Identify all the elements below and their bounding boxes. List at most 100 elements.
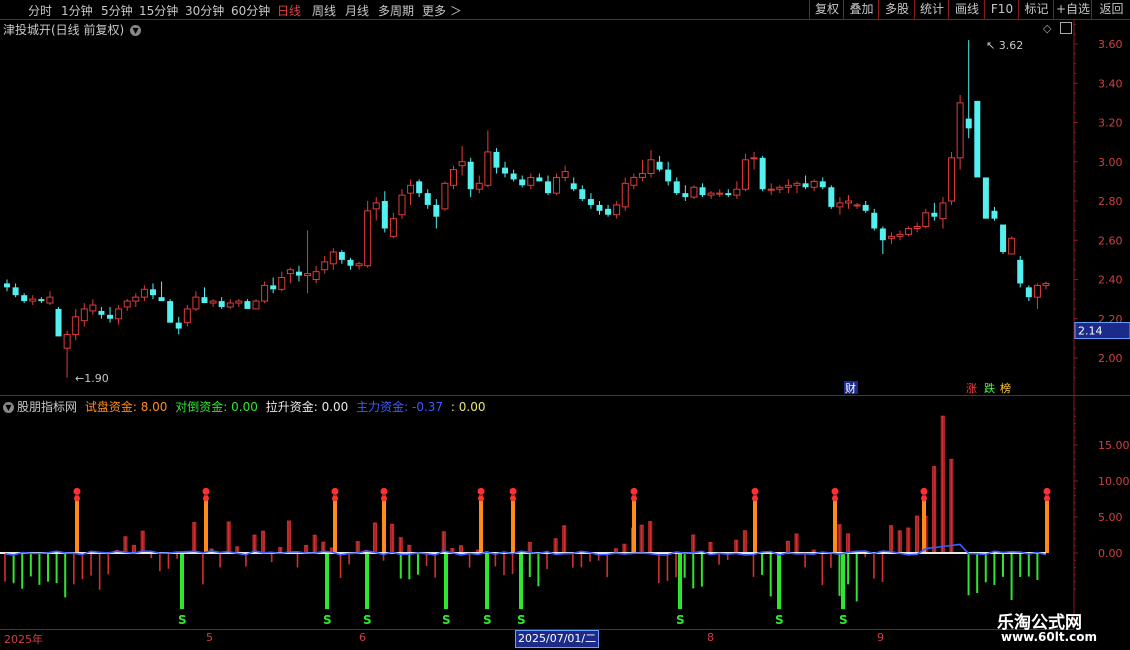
candle-body-up	[707, 192, 715, 196]
candle-body-up	[364, 210, 372, 267]
candle-body-down	[244, 301, 251, 309]
signal-s-label: S	[442, 613, 451, 627]
trial-flag-top	[380, 487, 388, 495]
candle-body-up	[913, 226, 921, 229]
period-tab-fenshi[interactable]: 分时	[28, 2, 52, 19]
candle-body-down	[201, 297, 208, 304]
candle-body-up	[621, 182, 629, 208]
period-tab-monthly[interactable]: 月线	[345, 2, 369, 19]
candle-body-up	[80, 308, 88, 322]
date-cursor: 2025/07/01/二	[515, 630, 600, 648]
low-price-label: ←1.90	[75, 372, 109, 385]
candle-body-up	[252, 300, 260, 310]
period-tab-multi[interactable]: 多周期	[378, 2, 414, 19]
candlestick-chart[interactable]: 3.603.403.203.002.802.602.402.202.002.14…	[0, 20, 1130, 396]
candle-body-down	[699, 187, 706, 196]
wash-signal-bar	[444, 553, 448, 609]
candle-body-down	[991, 210, 998, 219]
date-label-5: 5	[206, 631, 213, 644]
candle-body-down	[982, 177, 989, 219]
price-tick-label: 2.60	[1098, 234, 1123, 247]
candle-body-down	[682, 193, 689, 198]
statistics-button[interactable]: 统计	[914, 0, 949, 19]
candle-body-down	[519, 179, 526, 186]
trial-flag-top	[630, 487, 638, 495]
candle-body-down	[862, 204, 869, 211]
indicator-tick-label: 10.00	[1098, 475, 1130, 488]
candle-body-up	[553, 176, 561, 194]
candle-body-up	[1008, 237, 1016, 255]
candle-body-down	[1025, 287, 1032, 298]
trial-flag-bottom	[510, 495, 516, 502]
candle-body-down	[21, 295, 28, 302]
wash-signal-bar	[485, 553, 489, 609]
candle-body-up	[484, 151, 492, 186]
trial-flag-bottom	[921, 495, 927, 502]
candle-body-up	[845, 200, 853, 204]
candle-body-down	[424, 193, 431, 205]
period-tab-60min[interactable]: 60分钟	[231, 2, 270, 19]
candle-body-down	[338, 252, 345, 260]
candle-body-up	[896, 233, 904, 237]
candle-body-up	[278, 277, 286, 290]
fuquan-button[interactable]: 复权	[809, 0, 844, 19]
trial-flag-bottom	[478, 495, 484, 502]
trial-column	[632, 495, 636, 553]
overlay-button[interactable]: 叠加	[843, 0, 879, 19]
candle-body-up	[784, 184, 792, 188]
marker-zhang: 涨	[966, 382, 977, 395]
price-tick-label: 3.40	[1098, 77, 1123, 90]
trial-flag-top	[920, 487, 928, 495]
candle-body-down	[295, 271, 302, 276]
candle-body-up	[226, 302, 234, 308]
candle-body-up	[810, 180, 818, 188]
candle-body-up	[956, 102, 964, 159]
indicator-tick-label: 5.00	[1098, 511, 1123, 524]
date-label-2025: 2025年	[4, 633, 43, 646]
multi-stock-button[interactable]: 多股	[878, 0, 915, 19]
period-tab-1min[interactable]: 1分钟	[61, 2, 93, 19]
candle-body-up	[638, 173, 646, 178]
candle-body-up	[209, 300, 217, 304]
indicator-chart[interactable]: 15.00 10.00 5.00 0.00 S S S S S S S S S	[0, 396, 1130, 629]
candle-body-down	[544, 181, 551, 194]
date-label-8: 8	[707, 631, 714, 644]
add-watchlist-button[interactable]: +自选	[1053, 0, 1092, 19]
period-tab-5min[interactable]: 5分钟	[101, 2, 133, 19]
draw-line-button[interactable]: 画线	[948, 0, 985, 19]
candle-body-up	[72, 316, 80, 335]
period-tab-weekly[interactable]: 周线	[312, 2, 336, 19]
candle-body-down	[416, 181, 423, 194]
candle-body-up	[793, 182, 801, 186]
back-button[interactable]: 返回	[1091, 0, 1130, 19]
candle-body-up	[389, 218, 397, 237]
trial-flag-bottom	[203, 495, 209, 502]
period-tab-30min[interactable]: 30分钟	[185, 2, 224, 19]
candle-body-up	[46, 296, 54, 304]
period-tab-more[interactable]: 更多 ＞	[422, 2, 462, 19]
candle-body-up	[776, 186, 784, 190]
candle-body-up	[123, 300, 131, 308]
candle-body-down	[1017, 259, 1024, 284]
marker-die: 跌	[984, 381, 995, 395]
candle-body-up	[132, 296, 140, 302]
candle-body-down	[802, 183, 809, 188]
signal-s-label: S	[517, 613, 526, 627]
date-label-9: 9	[877, 631, 884, 644]
indicator-tick-label: 0.00	[1098, 547, 1123, 560]
mark-button[interactable]: 标记	[1018, 0, 1054, 19]
candle-body-up	[329, 251, 337, 265]
period-tab-15min[interactable]: 15分钟	[139, 2, 178, 19]
signal-s-label: S	[839, 613, 848, 627]
period-tab-daily[interactable]: 日线	[277, 2, 301, 19]
trial-flag-top	[477, 487, 485, 495]
candle-body-up	[527, 176, 535, 186]
candle-body-down	[879, 228, 886, 241]
f10-button[interactable]: F10	[984, 0, 1019, 19]
candle-body-down	[665, 169, 672, 182]
candle-body-down	[570, 183, 577, 190]
price-tick-label: 2.00	[1098, 352, 1123, 365]
candle-body-down	[759, 157, 766, 190]
high-price-label: ↖ 3.62	[986, 39, 1023, 52]
candle-body-down	[167, 301, 174, 323]
